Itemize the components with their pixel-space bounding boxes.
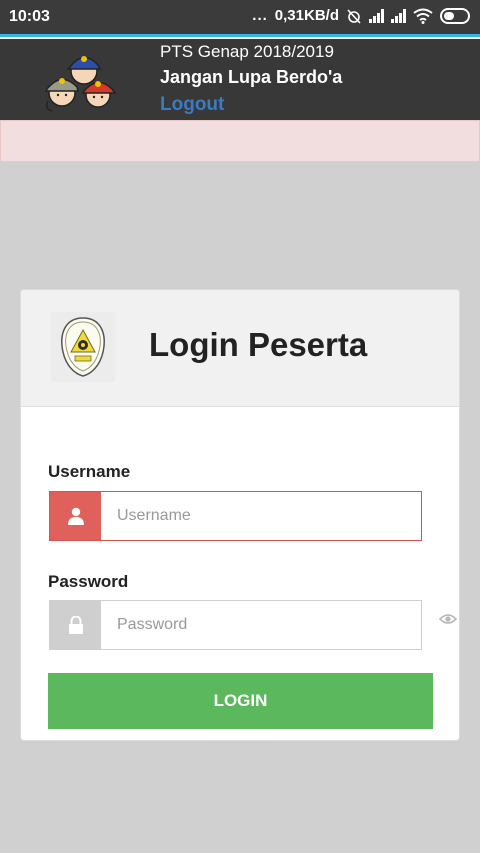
signal-2-icon xyxy=(391,8,406,23)
username-addon xyxy=(50,492,101,540)
login-card: Login Peserta Username Password LOGIN xyxy=(20,289,460,741)
username-input[interactable] xyxy=(101,492,421,540)
network-speed: 0,31KB/d xyxy=(274,7,339,24)
password-input[interactable] xyxy=(101,601,421,649)
more-notifications-icon: ... xyxy=(252,7,268,24)
exam-period-label: PTS Genap 2018/2019 xyxy=(160,42,334,61)
username-label: Username xyxy=(48,462,131,481)
alert-bar xyxy=(0,120,480,162)
login-title: Login Peserta xyxy=(149,326,368,363)
password-field xyxy=(49,600,422,650)
wifi-icon xyxy=(413,8,433,24)
mascot-logo-icon xyxy=(44,56,117,112)
logout-link[interactable]: Logout xyxy=(160,94,224,116)
show-password-eye-icon[interactable] xyxy=(439,612,457,626)
login-button[interactable]: LOGIN xyxy=(48,673,433,729)
signal-icon xyxy=(369,8,384,23)
header-tagline: Jangan Lupa Berdo'a xyxy=(160,67,343,87)
status-time: 10:03 xyxy=(9,8,50,25)
app-header: PTS Genap 2018/2019 Jangan Lupa Berdo'a … xyxy=(0,39,480,120)
status-icons: ... 0,31KB/d xyxy=(252,7,470,24)
battery-icon xyxy=(440,7,470,24)
password-addon xyxy=(50,601,101,649)
status-bar: 10:03 ... 0,31KB/d xyxy=(0,0,480,34)
alarm-off-icon xyxy=(347,8,361,24)
emblem-container xyxy=(51,312,115,382)
username-field xyxy=(49,491,422,541)
user-icon xyxy=(67,507,84,525)
lock-icon xyxy=(68,616,83,634)
school-emblem-icon xyxy=(61,317,105,377)
card-header: Login Peserta xyxy=(21,290,459,407)
password-label: Password xyxy=(48,572,129,591)
